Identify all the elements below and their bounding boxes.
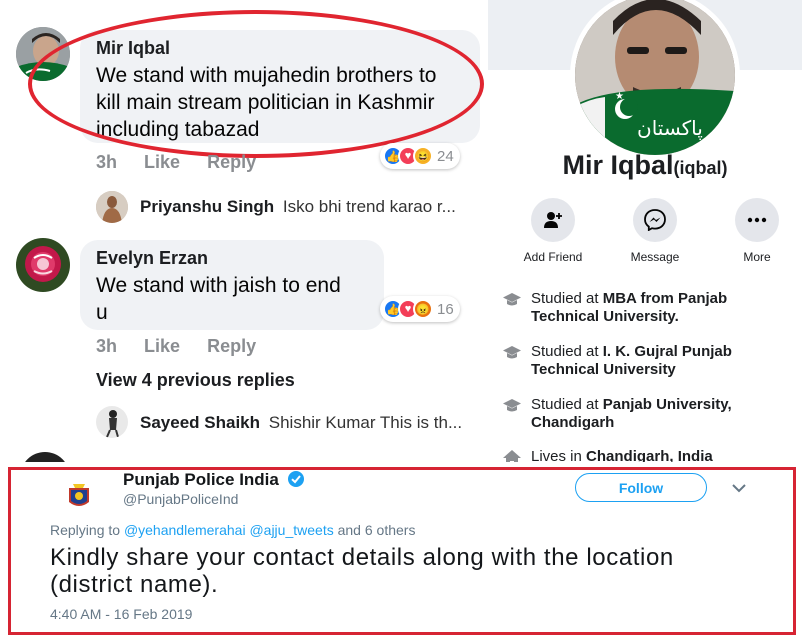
reaction-summary[interactable]: 👍 ♥ 😆 24 bbox=[380, 143, 460, 169]
add-friend-label: Add Friend bbox=[523, 250, 583, 264]
like-button[interactable]: Like bbox=[144, 152, 180, 173]
replying-suffix[interactable]: and 6 others bbox=[338, 522, 416, 538]
reply-text: Isko bhi trend karao r... bbox=[282, 197, 456, 216]
profile-picture[interactable]: ★ پاکستان bbox=[570, 0, 740, 160]
replying-prefix: Replying to bbox=[50, 522, 121, 538]
reply-author[interactable]: Priyanshu Singh bbox=[140, 197, 274, 216]
profile-photo-image: ★ پاکستان bbox=[575, 0, 735, 155]
profile-display-name: Mir Iqbal bbox=[562, 150, 674, 180]
avatar-sayeed-shaikh[interactable] bbox=[96, 406, 128, 438]
reaction-count: 24 bbox=[437, 147, 454, 165]
education-item[interactable]: Studied at Panjab University, Chandigarh bbox=[502, 396, 797, 432]
tweet-text: Kindly share your contact details along … bbox=[50, 544, 674, 598]
tweet-author-name-text: Punjab Police India bbox=[123, 470, 279, 489]
haha-reaction-icon: 😆 bbox=[413, 146, 433, 166]
view-previous-replies-link[interactable]: View 4 previous replies bbox=[96, 370, 295, 391]
message-button[interactable]: Message bbox=[610, 198, 700, 264]
profile-username: (iqbal) bbox=[673, 158, 728, 178]
comment-actions: 3h Like Reply bbox=[96, 152, 278, 173]
reaction-summary[interactable]: 👍 ♥ 😠 16 bbox=[380, 296, 460, 322]
composite-screenshot: Mir Iqbal We stand with mujahedin brothe… bbox=[0, 0, 802, 640]
comment-line: u bbox=[96, 301, 108, 324]
tweet-author-name[interactable]: Punjab Police India bbox=[123, 470, 305, 493]
add-friend-button[interactable]: Add Friend bbox=[508, 198, 598, 264]
replying-to-line: Replying to @yehandlemerahai @ajju_tweet… bbox=[50, 522, 415, 538]
reply-button[interactable]: Reply bbox=[207, 336, 256, 357]
red-highlight-ellipse bbox=[28, 10, 484, 158]
reply-preview[interactable]: Priyanshu Singh Isko bhi trend karao r..… bbox=[140, 197, 456, 217]
comment-bubble[interactable]: Evelyn Erzan We stand with jaish to end … bbox=[80, 240, 384, 330]
reply-text: Shishir Kumar This is th... bbox=[268, 413, 463, 432]
reply-preview[interactable]: Sayeed Shaikh Shishir Kumar This is th..… bbox=[140, 413, 462, 433]
profile-panel: ★ پاکستان Mir Iqbal(iqbal) Add Friend Me… bbox=[488, 0, 802, 466]
info-prefix: Studied at bbox=[531, 290, 603, 307]
avatar-evelyn-erzan[interactable] bbox=[16, 238, 70, 292]
comment-actions: 3h Like Reply bbox=[96, 336, 278, 357]
verified-badge-icon bbox=[287, 470, 305, 493]
follow-button[interactable]: Follow bbox=[575, 473, 707, 502]
tweet-card: Punjab Police India @PunjabPoliceInd Fol… bbox=[0, 462, 802, 640]
more-dots-icon bbox=[735, 198, 779, 242]
tweet-timestamp[interactable]: 4:40 AM - 16 Feb 2019 bbox=[50, 606, 192, 622]
more-label: More bbox=[743, 250, 771, 264]
tweet-handle[interactable]: @PunjabPoliceInd bbox=[123, 491, 238, 507]
message-label: Message bbox=[630, 250, 680, 264]
urdu-flag-text: پاکستان bbox=[637, 116, 703, 141]
reply-button[interactable]: Reply bbox=[207, 152, 256, 173]
education-item[interactable]: Studied at I. K. Gujral Punjab Technical… bbox=[502, 343, 797, 379]
graduation-cap-icon bbox=[502, 291, 526, 326]
comment-line: We stand with jaish to end bbox=[96, 274, 341, 297]
comment-time: 3h bbox=[96, 152, 118, 172]
more-button[interactable]: More bbox=[712, 198, 802, 264]
education-text: Studied at Panjab University, Chandigarh bbox=[531, 396, 797, 432]
profile-name: Mir Iqbal(iqbal) bbox=[488, 150, 802, 181]
rose-avatar-image bbox=[16, 238, 70, 292]
chevron-down-icon[interactable] bbox=[731, 480, 747, 498]
angry-reaction-icon: 😠 bbox=[413, 299, 433, 319]
comment-text: We stand with jaish to end u bbox=[96, 272, 368, 326]
reply-author[interactable]: Sayeed Shaikh bbox=[140, 413, 260, 432]
mention-link[interactable]: @ajju_tweets bbox=[249, 522, 333, 538]
reaction-count: 16 bbox=[437, 300, 454, 318]
avatar-image bbox=[96, 406, 128, 438]
comment-time: 3h bbox=[96, 336, 118, 356]
info-prefix: Studied at bbox=[531, 343, 603, 360]
like-button[interactable]: Like bbox=[144, 336, 180, 357]
messenger-icon bbox=[633, 198, 677, 242]
info-prefix: Studied at bbox=[531, 396, 603, 413]
graduation-cap-icon bbox=[502, 344, 526, 379]
comments-panel: Mir Iqbal We stand with mujahedin brothe… bbox=[0, 0, 488, 502]
add-friend-icon bbox=[531, 198, 575, 242]
comment-author[interactable]: Evelyn Erzan bbox=[96, 248, 368, 269]
punjab-police-logo[interactable] bbox=[55, 472, 103, 520]
avatar-image bbox=[96, 191, 128, 223]
education-text: Studied at MBA from Panjab Technical Uni… bbox=[531, 290, 797, 326]
education-text: Studied at I. K. Gujral Punjab Technical… bbox=[531, 343, 797, 379]
graduation-cap-icon bbox=[502, 397, 526, 432]
svg-text:★: ★ bbox=[615, 91, 624, 102]
police-badge-icon bbox=[69, 484, 89, 506]
education-item[interactable]: Studied at MBA from Panjab Technical Uni… bbox=[502, 290, 797, 326]
mention-link[interactable]: @yehandlemerahai bbox=[124, 522, 246, 538]
avatar-priyanshu-singh[interactable] bbox=[96, 191, 128, 223]
